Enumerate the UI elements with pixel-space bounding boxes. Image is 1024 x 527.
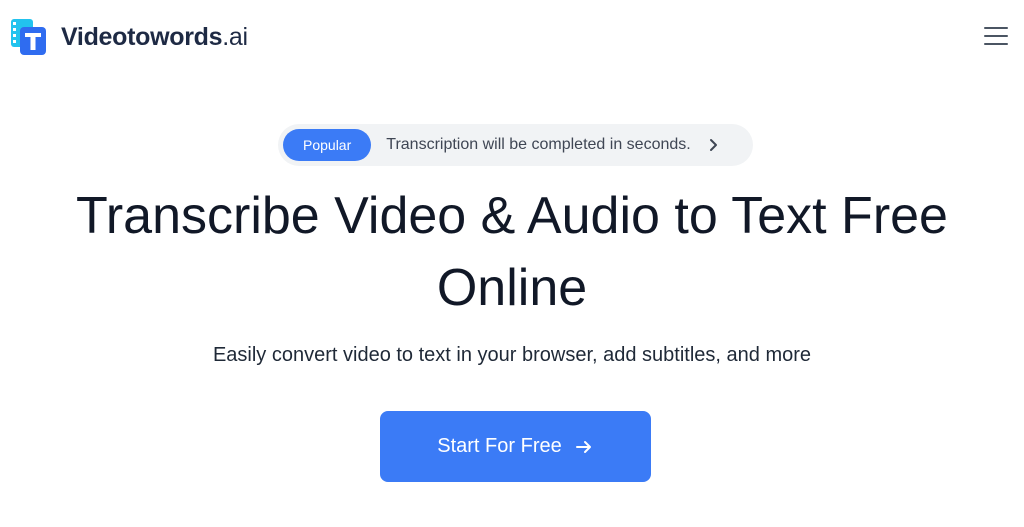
arrow-right-icon: [574, 437, 594, 457]
brand-name: Videotowords.ai: [61, 22, 248, 51]
hamburger-menu-icon[interactable]: [984, 27, 1008, 47]
chevron-right-icon: [705, 137, 721, 153]
announcement-badge[interactable]: Popular Transcription will be completed …: [278, 124, 753, 166]
popular-tag: Popular: [283, 129, 372, 161]
site-header: Videotowords.ai: [0, 0, 1024, 80]
start-for-free-button[interactable]: Start For Free: [380, 411, 651, 482]
logo-icon: [10, 17, 48, 57]
cta-label: Start For Free: [437, 435, 562, 457]
hero-title: Transcribe Video & Audio to Text Free Onl…: [76, 187, 948, 317]
brand-logo[interactable]: Videotowords.ai: [10, 17, 248, 57]
announcement-text: Transcription will be completed in secon…: [386, 136, 691, 153]
hero-subtitle: Easily convert video to text in your bro…: [212, 344, 812, 366]
